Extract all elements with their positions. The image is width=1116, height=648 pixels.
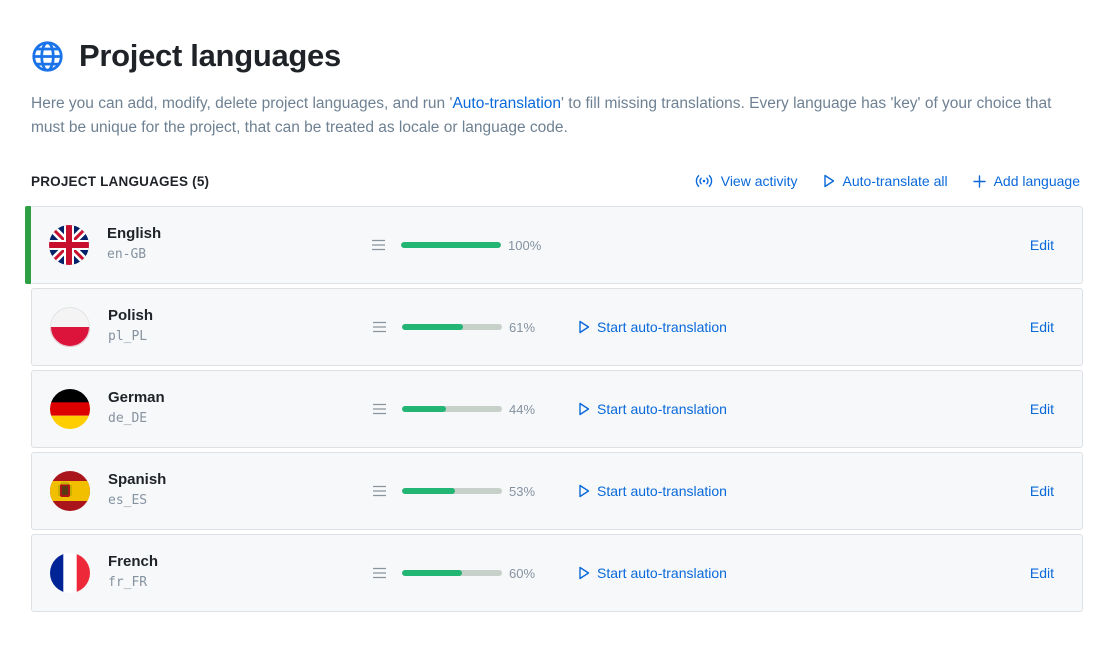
section-title: PROJECT LANGUAGES (5) (31, 173, 210, 189)
translation-progress-bar (402, 488, 502, 494)
translation-progress-bar (402, 324, 502, 330)
description-text: Here you can add, modify, delete project… (31, 95, 453, 112)
language-row-german: German de_DE 44% Start auto-translation … (31, 370, 1083, 448)
start-auto-translation-button[interactable]: Start auto-translation (578, 565, 727, 581)
progress-fill (402, 488, 455, 494)
start-auto-translation-label: Start auto-translation (597, 319, 727, 335)
start-auto-translation-button[interactable]: Start auto-translation (578, 401, 727, 417)
play-icon (579, 484, 590, 498)
pl-flag-icon (50, 307, 90, 347)
progress-fill (402, 324, 463, 330)
language-name: Spanish (108, 471, 167, 488)
progress-label: 100% (508, 238, 542, 253)
fr-flag-icon (50, 553, 90, 593)
view-activity-label: View activity (720, 173, 798, 189)
language-tag: de_DE (108, 411, 148, 426)
broadcast-icon (695, 175, 712, 187)
language-name: French (108, 553, 159, 570)
play-icon (579, 566, 590, 580)
language-name: German (108, 389, 165, 406)
page-title: Project languages (79, 38, 341, 73)
progress-label: 60% (509, 566, 536, 581)
drag-handle-icon[interactable] (372, 402, 387, 420)
plus-icon (972, 174, 986, 188)
play-icon (823, 174, 834, 188)
translation-progress-bar (401, 242, 501, 248)
edit-language-button[interactable]: Edit (1030, 237, 1054, 253)
uk-flag-icon (49, 225, 89, 265)
drag-handle-icon[interactable] (372, 320, 387, 338)
add-language-button[interactable]: Add language (972, 173, 1080, 189)
progress-label: 44% (509, 402, 536, 417)
view-activity-button[interactable]: View activity (695, 173, 798, 189)
add-language-label: Add language (993, 173, 1080, 189)
start-auto-translation-label: Start auto-translation (597, 483, 727, 499)
page-description: Here you can add, modify, delete project… (31, 92, 1081, 140)
start-auto-translation-button[interactable]: Start auto-translation (578, 483, 727, 499)
progress-label: 61% (509, 320, 536, 335)
section-actions: View activity Auto-translate all Add lan… (670, 173, 1080, 189)
language-name: Polish (108, 307, 154, 324)
auto-translate-all-label: Auto-translate all (842, 173, 948, 189)
language-row-polish: Polish pl_PL 61% Start auto-translation … (31, 288, 1083, 366)
language-tag: pl_PL (108, 329, 148, 344)
page-header: Project languages (31, 38, 341, 74)
language-name: English (107, 225, 162, 242)
auto-translation-link[interactable]: Auto-translation (452, 95, 561, 112)
start-auto-translation-label: Start auto-translation (597, 565, 727, 581)
language-tag: es_ES (108, 493, 148, 508)
language-row-french: French fr_FR 60% Start auto-translation … (31, 534, 1083, 612)
play-icon (579, 402, 590, 416)
start-auto-translation-label: Start auto-translation (597, 401, 727, 417)
globe-icon (31, 40, 64, 73)
auto-translate-all-button[interactable]: Auto-translate all (823, 173, 948, 189)
drag-handle-icon[interactable] (371, 238, 386, 256)
section-header: PROJECT LANGUAGES (5) View activity Auto… (31, 170, 1080, 192)
start-auto-translation-button[interactable]: Start auto-translation (578, 319, 727, 335)
drag-handle-icon[interactable] (372, 484, 387, 502)
edit-language-button[interactable]: Edit (1030, 319, 1054, 335)
progress-fill (402, 406, 446, 412)
progress-label: 53% (509, 484, 536, 499)
progress-fill (401, 242, 501, 248)
language-list: English en-GB 100% Edit Polish pl_PL 61%… (25, 206, 1083, 616)
drag-handle-icon[interactable] (372, 566, 387, 584)
translation-progress-bar (402, 570, 502, 576)
language-tag: fr_FR (108, 575, 148, 590)
de-flag-icon (50, 389, 90, 429)
edit-language-button[interactable]: Edit (1030, 565, 1054, 581)
es-flag-icon (50, 471, 90, 511)
edit-language-button[interactable]: Edit (1030, 401, 1054, 417)
edit-language-button[interactable]: Edit (1030, 483, 1054, 499)
language-tag: en-GB (107, 247, 147, 262)
language-row-spanish: Spanish es_ES 53% Start auto-translation… (31, 452, 1083, 530)
translation-progress-bar (402, 406, 502, 412)
language-row-english: English en-GB 100% Edit (25, 206, 1083, 284)
play-icon (579, 320, 590, 334)
progress-fill (402, 570, 462, 576)
